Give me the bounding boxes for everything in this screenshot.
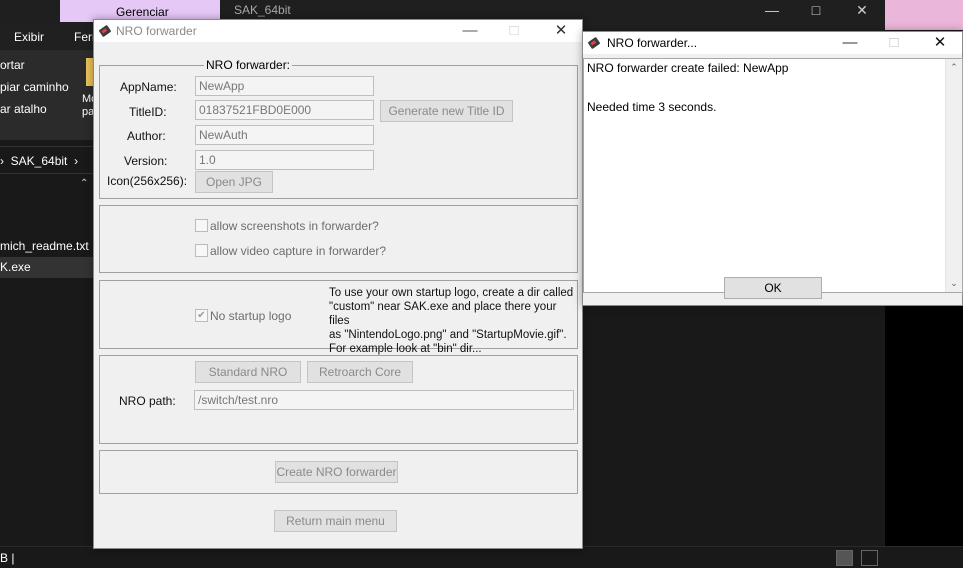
allow-video-checkbox[interactable] xyxy=(195,244,208,257)
close-icon[interactable]: ✕ xyxy=(925,32,955,54)
ok-button[interactable]: OK xyxy=(724,277,822,299)
minimize-icon[interactable]: — xyxy=(455,20,485,42)
return-main-menu-button[interactable]: Return main menu xyxy=(274,510,397,532)
nro-info-group: NRO forwarder: AppName: TitleID: Generat… xyxy=(99,58,578,199)
icon-label: Icon(256x256): xyxy=(107,174,188,188)
maximize-icon[interactable]: □ xyxy=(879,32,909,54)
cartridge-icon xyxy=(99,25,111,37)
allow-screenshots-label: allow screenshots in forwarder? xyxy=(210,219,379,233)
title-id-label: TitleID: xyxy=(129,105,167,119)
breadcrumb-item[interactable]: SAK_64bit xyxy=(11,154,68,168)
close-icon[interactable]: ✕ xyxy=(852,1,872,19)
list-item[interactable]: K.exe xyxy=(0,257,93,278)
app-name-field[interactable] xyxy=(195,76,374,96)
startup-logo-info: To use your own startup logo, create a d… xyxy=(329,286,577,356)
info-line: as "NintendoLogo.png" and "StartupMovie.… xyxy=(329,329,567,341)
capture-options-group: allow screenshots in forwarder? allow vi… xyxy=(99,205,578,273)
explorer-statusbar: B | xyxy=(0,546,963,568)
result-dialog: NRO forwarder... — □ ✕ NRO forwarder cre… xyxy=(582,31,963,306)
ribbon-item-cortar[interactable]: ortar xyxy=(0,58,25,72)
nro-forwarder-dialog: NRO forwarder — □ ✕ NRO forwarder: AppNa… xyxy=(93,19,583,549)
generate-title-id-button[interactable]: Generate new Title ID xyxy=(380,100,513,122)
maximize-icon[interactable]: □ xyxy=(806,1,826,19)
ribbon-item-copiar-caminho[interactable]: piar caminho xyxy=(0,80,69,94)
result-message-box[interactable]: NRO forwarder create failed: NewApp Need… xyxy=(583,58,963,293)
chevron-right-icon: › xyxy=(0,154,4,168)
info-line: To use your own startup logo, create a d… xyxy=(329,287,574,299)
breadcrumb: › SAK_64bit › xyxy=(0,154,78,168)
create-group: Create NRO forwarder xyxy=(99,450,578,494)
status-text: B | xyxy=(0,551,15,565)
author-field[interactable] xyxy=(195,125,374,145)
chevron-up-icon[interactable]: ⌃ xyxy=(80,178,88,189)
tiles-view-icon[interactable] xyxy=(861,550,878,566)
version-label: Version: xyxy=(124,154,168,168)
result-message-line: Needed time 3 seconds. xyxy=(587,100,717,114)
open-jpg-button[interactable]: Open JPG xyxy=(195,171,273,193)
chevron-right-icon: › xyxy=(74,154,79,168)
create-nro-forwarder-button[interactable]: Create NRO forwarder xyxy=(275,461,398,483)
ribbon-item-colar-atalho[interactable]: ar atalho xyxy=(0,102,47,116)
explorer-title: SAK_64bit xyxy=(234,3,291,17)
author-label: Author: xyxy=(127,129,166,143)
startup-logo-group: ✔ No startup logo To use your own startu… xyxy=(99,280,578,355)
result-titlebar: NRO forwarder... — □ ✕ xyxy=(583,32,962,54)
file-list: mich_readme.txt K.exe xyxy=(0,236,93,278)
cartridge-icon xyxy=(588,37,600,49)
retroarch-core-button[interactable]: Retroarch Core xyxy=(307,361,413,383)
close-icon[interactable]: ✕ xyxy=(546,20,576,42)
background-dark-area xyxy=(885,306,963,546)
background-window-strip xyxy=(885,0,963,30)
no-startup-logo-label: No startup logo xyxy=(210,309,292,323)
allow-video-label: allow video capture in forwarder? xyxy=(210,244,387,258)
standard-nro-button[interactable]: Standard NRO xyxy=(195,361,301,383)
nro-path-field[interactable] xyxy=(194,390,574,410)
result-message-line: NRO forwarder create failed: NewApp xyxy=(587,61,789,75)
nro-path-group: Standard NRO Retroarch Core NRO path: xyxy=(99,355,578,444)
nro-path-label: NRO path: xyxy=(119,394,176,408)
result-title: NRO forwarder... xyxy=(607,36,698,50)
maximize-icon[interactable]: □ xyxy=(499,20,529,42)
no-startup-logo-checkbox[interactable]: ✔ xyxy=(195,309,208,322)
info-line: "custom" near SAK.exe and place there yo… xyxy=(329,301,557,327)
scroll-up-icon[interactable]: ⌃ xyxy=(946,59,962,76)
minimize-icon[interactable]: — xyxy=(835,32,865,54)
ribbon-tab-exibir[interactable]: Exibir xyxy=(14,30,44,44)
scroll-down-icon[interactable]: ⌄ xyxy=(946,275,962,292)
list-item[interactable]: mich_readme.txt xyxy=(0,236,93,257)
allow-screenshots-checkbox[interactable] xyxy=(195,219,208,232)
dialog-title: NRO forwarder xyxy=(116,24,197,38)
details-view-icon[interactable] xyxy=(836,550,853,566)
title-id-field[interactable] xyxy=(195,100,374,120)
app-name-label: AppName: xyxy=(120,80,177,94)
version-field[interactable] xyxy=(195,150,374,170)
info-line: For example look at "bin" dir... xyxy=(329,343,482,355)
group-title: NRO forwarder: xyxy=(204,58,293,72)
scrollbar[interactable]: ⌃ ⌄ xyxy=(945,59,962,292)
dialog-titlebar: NRO forwarder — □ ✕ xyxy=(94,20,582,42)
minimize-icon[interactable]: — xyxy=(762,1,782,19)
